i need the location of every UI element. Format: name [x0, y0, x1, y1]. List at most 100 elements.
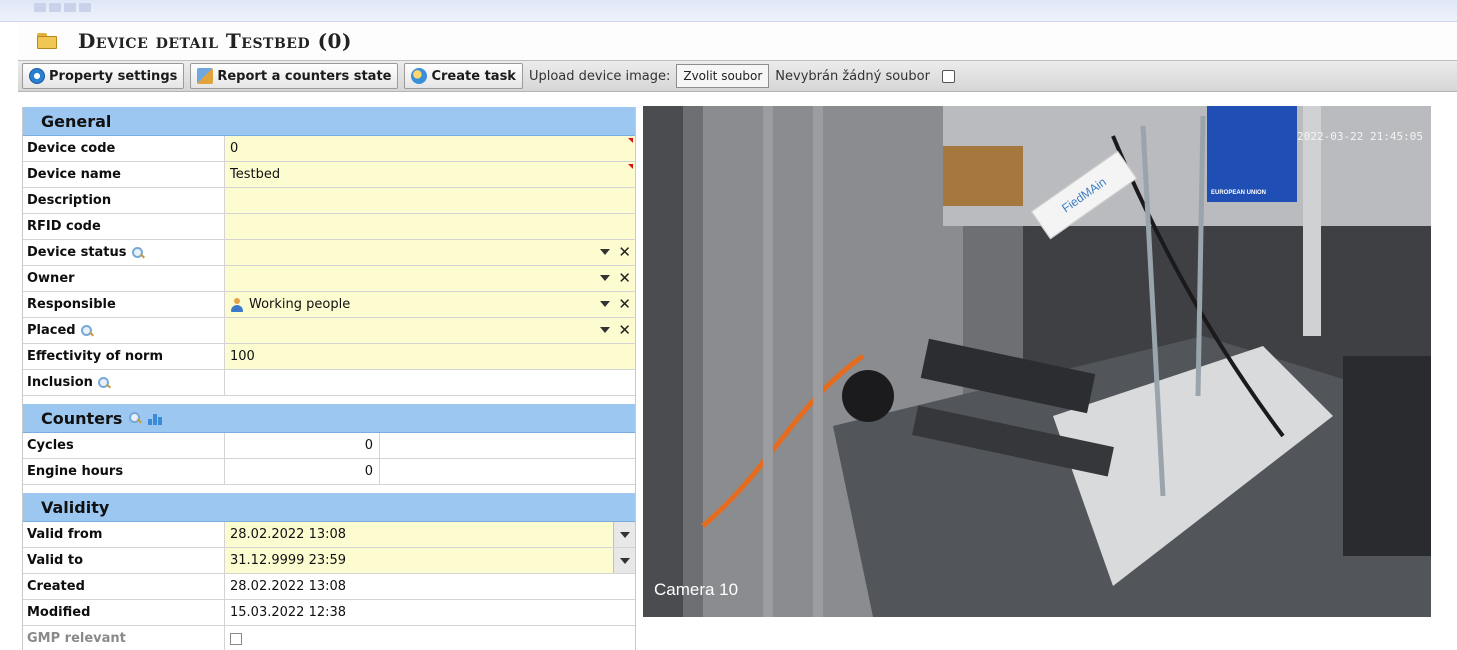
gmp-field	[225, 626, 635, 650]
choose-file-button[interactable]: Zvolit soubor	[676, 64, 770, 88]
engine-hours-row: Engine hours 0	[23, 459, 635, 485]
date-picker-button[interactable]	[613, 522, 635, 547]
camera-label: Camera 10	[654, 580, 739, 599]
cycles-row: Cycles 0	[23, 433, 635, 459]
eu-flag	[1207, 106, 1297, 202]
valid-from-value: 28.02.2022 13:08	[230, 527, 347, 542]
eu-banner-text: EUROPEAN UNION	[1211, 190, 1267, 196]
owner-field[interactable]: ✕	[225, 266, 635, 291]
valid-to-field[interactable]: 31.12.9999 23:59	[225, 548, 635, 573]
top-strip	[0, 0, 1457, 22]
inclusion-row: Inclusion	[23, 370, 635, 396]
camera-image: EUROPEAN UNION FiedMAin 2022-03-22 21:45…	[643, 106, 1431, 617]
description-label: Description	[23, 188, 225, 213]
report-counters-button[interactable]: Report a counters state	[190, 63, 399, 89]
cycles-value: 0	[225, 433, 380, 458]
valid-from-label: Valid from	[23, 522, 225, 547]
chart-icon[interactable]	[148, 411, 163, 425]
search-icon[interactable]	[80, 324, 94, 338]
placed-field[interactable]: ✕	[225, 318, 635, 343]
device-code-row: Device code 0	[23, 136, 635, 162]
placed-label-cell: Placed	[23, 318, 225, 343]
placed-controls: ✕	[600, 322, 631, 338]
device-code-field[interactable]: 0	[225, 136, 635, 161]
chevron-down-icon[interactable]	[600, 301, 611, 307]
title-bar: Device detail Testbed (0)	[18, 22, 1457, 60]
gmp-checkbox[interactable]	[230, 632, 242, 645]
edit-icon	[197, 68, 214, 84]
gear-icon	[29, 68, 45, 84]
valid-from-field[interactable]: 28.02.2022 13:08	[225, 522, 635, 547]
description-field[interactable]	[225, 188, 635, 213]
inclusion-label-cell: Inclusion	[23, 370, 225, 395]
section-validity-title: Validity	[41, 497, 110, 517]
search-icon[interactable]	[128, 411, 142, 425]
device-status-field[interactable]: ✕	[225, 240, 635, 265]
responsible-row: Responsible Working people ✕	[23, 292, 635, 318]
create-task-label: Create task	[431, 68, 516, 84]
created-label: Created	[23, 574, 225, 599]
valid-from-row: Valid from 28.02.2022 13:08	[23, 522, 635, 548]
owner-row: Owner ✕	[23, 266, 635, 292]
date-picker-button[interactable]	[613, 548, 635, 573]
chevron-down-icon	[619, 531, 630, 538]
person-icon	[230, 297, 244, 312]
modified-label: Modified	[23, 600, 225, 625]
upload-label: Upload device image:	[528, 68, 671, 84]
device-name-row: Device name Testbed	[23, 162, 635, 188]
chevron-down-icon[interactable]	[600, 249, 611, 255]
property-settings-button[interactable]: Property settings	[22, 63, 185, 89]
responsible-value: Working people	[249, 297, 351, 312]
device-code-label: Device code	[23, 136, 225, 161]
camera-scene	[643, 106, 1431, 617]
window-controls	[34, 3, 91, 12]
description-row: Description	[23, 188, 635, 214]
engine-hours-value: 0	[225, 459, 380, 484]
device-status-label-cell: Device status	[23, 240, 225, 265]
create-task-button[interactable]: Create task	[404, 63, 523, 89]
modified-value: 15.03.2022 12:38	[225, 600, 635, 625]
clear-icon[interactable]: ✕	[618, 270, 631, 286]
toolbar: Property settings Report a counters stat…	[18, 60, 1457, 92]
device-name-label: Device name	[23, 162, 225, 187]
cycles-extra	[380, 433, 635, 458]
gmp-label: GMP relevant	[23, 626, 225, 650]
responsible-label: Responsible	[23, 292, 225, 317]
modified-row: Modified 15.03.2022 12:38	[23, 600, 635, 626]
property-settings-label: Property settings	[49, 68, 178, 84]
no-file-text: Nevybrán žádný soubor	[775, 68, 930, 84]
section-spacer	[23, 485, 635, 493]
owner-controls: ✕	[600, 270, 631, 286]
section-spacer	[23, 396, 635, 404]
created-row: Created 28.02.2022 13:08	[23, 574, 635, 600]
clear-icon[interactable]: ✕	[618, 322, 631, 338]
task-icon	[411, 68, 428, 84]
section-general-title: General	[41, 111, 112, 131]
device-name-field[interactable]: Testbed	[225, 162, 635, 187]
created-value: 28.02.2022 13:08	[225, 574, 635, 599]
inclusion-field[interactable]	[225, 370, 635, 395]
rfid-label: RFID code	[23, 214, 225, 239]
engine-hours-extra	[380, 459, 635, 484]
clear-icon[interactable]: ✕	[618, 296, 631, 312]
responsible-controls: ✕	[600, 296, 631, 312]
section-validity-header: Validity	[23, 493, 635, 522]
owner-label: Owner	[23, 266, 225, 291]
device-form: General Device code 0 Device name Testbe…	[22, 107, 636, 650]
rfid-row: RFID code	[23, 214, 635, 240]
report-counters-label: Report a counters state	[217, 68, 392, 84]
chevron-down-icon[interactable]	[600, 275, 611, 281]
responsible-field[interactable]: Working people ✕	[225, 292, 635, 317]
effectivity-field[interactable]: 100	[225, 344, 635, 369]
upload-checkbox[interactable]	[941, 69, 955, 83]
chevron-down-icon[interactable]	[600, 327, 611, 333]
clear-icon[interactable]: ✕	[618, 244, 631, 260]
rfid-field[interactable]	[225, 214, 635, 239]
camera-timestamp: 2022-03-22 21:45:05	[1297, 130, 1423, 143]
search-icon[interactable]	[131, 246, 145, 260]
effectivity-row: Effectivity of norm 100	[23, 344, 635, 370]
search-icon[interactable]	[97, 376, 111, 390]
device-status-row: Device status ✕	[23, 240, 635, 266]
chevron-down-icon	[619, 557, 630, 564]
folder-icon	[36, 30, 66, 52]
